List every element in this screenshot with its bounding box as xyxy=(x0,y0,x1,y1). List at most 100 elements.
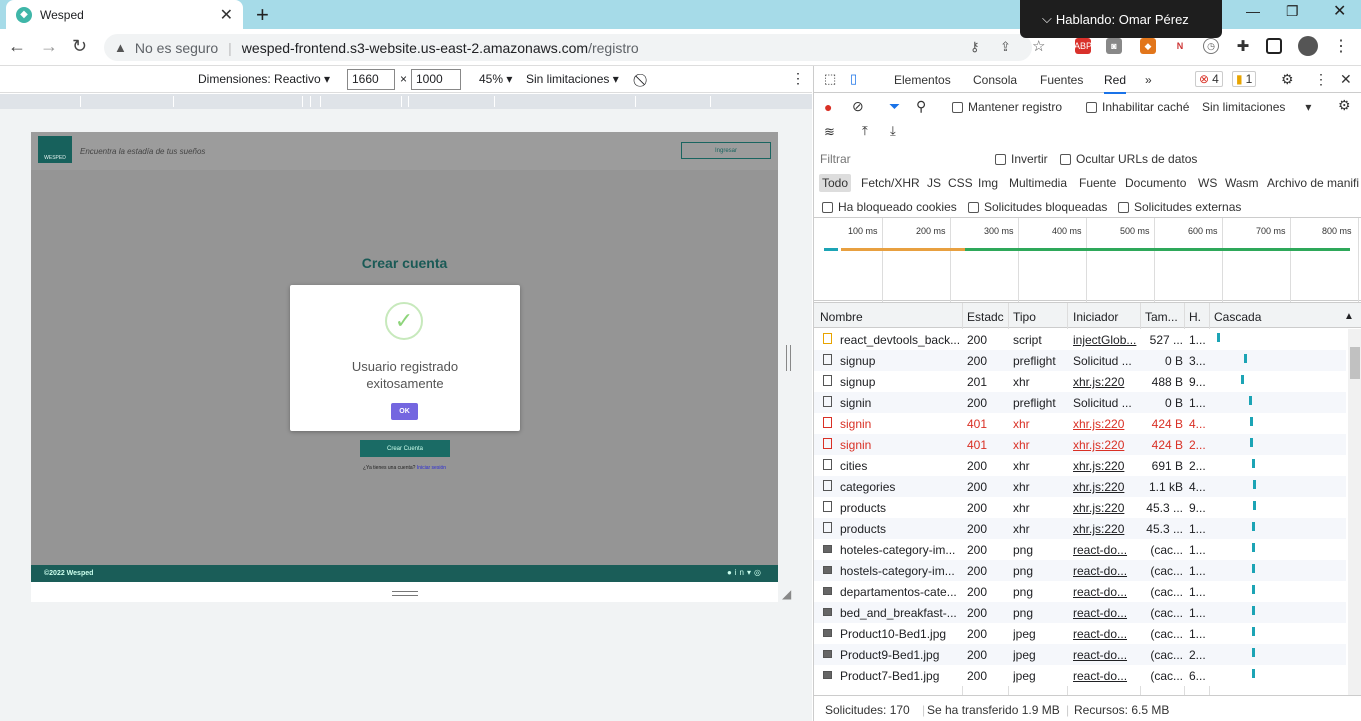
col-size[interactable]: Tam... xyxy=(1145,310,1178,324)
network-overview[interactable]: 100 ms 200 ms 300 ms 400 ms 500 ms 600 m… xyxy=(814,217,1361,302)
request-initiator[interactable]: Solicitud ... xyxy=(1073,354,1139,368)
col-time[interactable]: H. xyxy=(1189,310,1201,324)
request-initiator[interactable]: react-do... xyxy=(1073,648,1139,662)
omnibox[interactable]: ▲ No es seguro | wesped-frontend.s3-webs… xyxy=(104,34,1045,61)
blocked-cookies-checkbox[interactable]: Ha bloqueado cookies xyxy=(822,200,957,214)
social-icons[interactable]: ●in▾◎ xyxy=(727,568,764,577)
warning-icon[interactable]: ▲ xyxy=(114,40,127,55)
tab-sources[interactable]: Fuentes xyxy=(1040,73,1083,87)
adblock-icon[interactable]: ABP xyxy=(1074,38,1092,54)
request-initiator[interactable]: react-do... xyxy=(1073,606,1139,620)
scrollbar-thumb[interactable] xyxy=(1350,347,1360,379)
chevron-down-icon[interactable]: ⌵ xyxy=(1042,11,1052,27)
more-tabs-icon[interactable]: » xyxy=(1145,73,1152,87)
restore-icon[interactable]: ❐ xyxy=(1286,3,1299,20)
width-input[interactable]: 1660 xyxy=(347,69,395,90)
type-fetch-xhr[interactable]: Fetch/XHR xyxy=(861,176,920,190)
height-input[interactable]: 1000 xyxy=(411,69,461,90)
request-initiator[interactable]: xhr.js:220 xyxy=(1073,375,1139,389)
table-row[interactable]: Product9-Bed1.jpg 200 jpeg react-do... (cac.… xyxy=(814,644,1346,665)
table-row[interactable]: hoteles-category-im... 200 png react-do... (… xyxy=(814,539,1346,560)
col-waterfall[interactable]: Cascada xyxy=(1214,310,1261,324)
new-tab-icon[interactable]: + xyxy=(256,2,269,28)
hide-data-urls-checkbox[interactable]: Ocultar URLs de datos xyxy=(1060,152,1197,166)
bookmark-star-icon[interactable]: ☆ xyxy=(1032,37,1045,55)
table-row[interactable]: signin 200 preflight Solicitud ... 0 B 1... xyxy=(814,392,1346,413)
device-toggle-icon[interactable]: ▯ xyxy=(850,71,857,87)
close-tab-icon[interactable]: ✕ xyxy=(220,5,233,25)
request-initiator[interactable]: react-do... xyxy=(1073,543,1139,557)
table-row[interactable]: Product7-Bed1.jpg 200 jpeg react-do... (cac.… xyxy=(814,665,1346,686)
close-window-icon[interactable]: ✕ xyxy=(1333,1,1346,21)
col-name[interactable]: Nombre xyxy=(820,310,863,324)
table-row[interactable]: cities 200 xhr xhr.js:220 691 B 2... xyxy=(814,455,1346,476)
type-all[interactable]: Todo xyxy=(819,174,852,192)
preserve-log-checkbox[interactable]: Mantener registro xyxy=(952,100,1062,114)
table-row[interactable]: signup 201 xhr xhr.js:220 488 B 9... xyxy=(814,371,1346,392)
type-wasm[interactable]: Wasm xyxy=(1225,176,1259,190)
col-status[interactable]: Estadc xyxy=(967,310,1004,324)
disable-cache-checkbox[interactable]: Inhabilitar caché xyxy=(1086,100,1189,114)
zoom-dropdown[interactable]: 45% ▾ xyxy=(479,72,512,86)
request-initiator[interactable]: react-do... xyxy=(1073,564,1139,578)
type-media[interactable]: Multimedia xyxy=(1009,176,1067,190)
request-initiator[interactable]: react-do... xyxy=(1073,669,1139,683)
table-row[interactable]: bed_and_breakfast-... 200 png react-do... (c… xyxy=(814,602,1346,623)
table-row[interactable]: hostels-category-im... 200 png react-do... (… xyxy=(814,560,1346,581)
errors-badge[interactable]: ⊗ 4 xyxy=(1195,71,1223,87)
request-initiator[interactable]: Solicitud ... xyxy=(1073,396,1139,410)
extension-circle-icon[interactable]: ◷ xyxy=(1203,38,1219,54)
modal-ok-button[interactable]: OK xyxy=(391,403,418,420)
tab-console[interactable]: Consola xyxy=(973,73,1017,87)
tab-network[interactable]: Red xyxy=(1104,73,1127,94)
devtools-menu-icon[interactable]: ⋮ xyxy=(1314,71,1328,88)
login-button[interactable]: Ingresar xyxy=(681,142,771,159)
type-document[interactable]: Documento xyxy=(1125,176,1186,190)
media-query-ruler[interactable] xyxy=(0,94,812,109)
metamask-icon[interactable]: ◆ xyxy=(1140,38,1156,54)
request-initiator[interactable]: react-do... xyxy=(1073,585,1139,599)
table-row[interactable]: signin 401 xhr xhr.js:220 424 B 4... xyxy=(814,413,1346,434)
clear-icon[interactable]: ⊘ xyxy=(852,98,864,115)
type-js[interactable]: JS xyxy=(927,176,941,190)
type-manifest[interactable]: Archivo de manifi xyxy=(1267,176,1359,190)
table-row[interactable]: signup 200 preflight Solicitud ... 0 B 3... xyxy=(814,350,1346,371)
reload-icon[interactable]: ↻ xyxy=(72,36,87,57)
menu-kebab-icon[interactable]: ⋮ xyxy=(1333,38,1349,55)
login-link[interactable]: Iniciar sesión xyxy=(417,465,446,471)
request-initiator[interactable]: xhr.js:220 xyxy=(1073,459,1139,473)
request-initiator[interactable]: injectGlob... xyxy=(1073,333,1139,347)
share-icon[interactable]: ⇪ xyxy=(1000,39,1011,55)
forward-icon[interactable]: → xyxy=(40,36,58,57)
table-row[interactable]: departamentos-cate... 200 png react-do... (c… xyxy=(814,581,1346,602)
not-secure-label[interactable]: No es seguro xyxy=(135,40,218,56)
filter-input[interactable] xyxy=(814,149,982,169)
create-account-button[interactable]: Crear Cuenta xyxy=(360,440,450,457)
import-har-icon[interactable]: ⤒ xyxy=(862,123,868,139)
wesped-logo[interactable]: WESPED xyxy=(38,136,72,163)
request-initiator[interactable]: xhr.js:220 xyxy=(1073,438,1139,452)
extensions-puzzle-icon[interactable]: ✚ xyxy=(1235,38,1251,55)
warnings-badge[interactable]: ▮ 1 xyxy=(1232,71,1257,87)
throttle-dropdown[interactable]: Sin limitaciones ▾ xyxy=(526,72,619,86)
table-scrollbar[interactable] xyxy=(1348,329,1361,695)
device-more-icon[interactable]: ⋮ xyxy=(791,70,805,87)
type-img[interactable]: Img xyxy=(978,176,998,190)
network-throttle-dropdown[interactable]: Sin limitaciones ▾ xyxy=(1202,100,1311,114)
table-row[interactable]: react_devtools_back... 200 script injectGlo… xyxy=(814,329,1346,350)
network-settings-icon[interactable]: ⚙ xyxy=(1338,97,1351,114)
resize-corner-icon[interactable]: ◢ xyxy=(782,587,791,601)
request-initiator[interactable]: xhr.js:220 xyxy=(1073,480,1139,494)
network-conditions-icon[interactable]: ≋ xyxy=(824,124,835,140)
col-type[interactable]: Tipo xyxy=(1013,310,1036,324)
close-devtools-icon[interactable]: ✕ xyxy=(1340,71,1352,88)
request-initiator[interactable]: xhr.js:220 xyxy=(1073,522,1139,536)
invert-checkbox[interactable]: Invertir xyxy=(995,152,1048,166)
sort-up-icon[interactable]: ▲ xyxy=(1344,311,1354,322)
record-icon[interactable]: ● xyxy=(824,99,832,115)
camera-icon[interactable]: ◙ xyxy=(1106,38,1122,54)
type-css[interactable]: CSS xyxy=(948,176,973,190)
filter-icon[interactable]: ⏷ xyxy=(889,98,900,115)
settings-gear-icon[interactable]: ⚙ xyxy=(1281,71,1294,88)
export-har-icon[interactable]: ⤓ xyxy=(890,123,896,139)
